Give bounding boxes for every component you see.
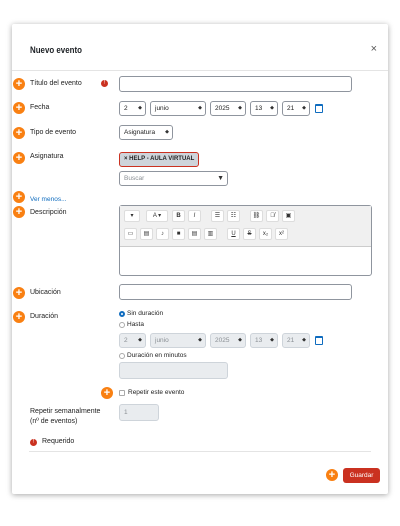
- toolbar-expand-button[interactable]: ▾: [124, 210, 140, 222]
- event-type-select[interactable]: Asignatura ◆: [119, 125, 173, 140]
- date-month-select[interactable]: junio ◆: [150, 101, 206, 116]
- date-hour-select[interactable]: 13 ◆: [250, 101, 278, 116]
- label-ubicacion: Ubicación: [30, 289, 61, 296]
- expand-plus-icon[interactable]: +: [13, 287, 25, 299]
- dialog-header: Nuevo evento ×: [12, 24, 388, 70]
- date-day-select[interactable]: 2 ◆: [119, 101, 146, 116]
- editor-toolbar: ▾ A ▾ B I ☰ ☷ ⛓ ⛓̸ ▣ ▭ ▤ ♪ ■ ▤ ▥ U S x₂ …: [120, 206, 371, 247]
- unlink-button[interactable]: ⛓̸: [266, 210, 279, 222]
- font-style-button[interactable]: A ▾: [146, 210, 168, 222]
- repeat-checkbox[interactable]: [119, 390, 125, 396]
- description-editor[interactable]: ▾ A ▾ B I ☰ ☷ ⛓ ⛓̸ ▣ ▭ ▤ ♪ ■ ▤ ▥ U S x₂ …: [119, 205, 372, 276]
- label-sin-duracion: Sin duración: [127, 310, 164, 317]
- radio-duracion-minutos[interactable]: [119, 353, 125, 359]
- expand-plus-icon[interactable]: +: [326, 469, 338, 481]
- expand-plus-icon[interactable]: +: [13, 191, 25, 203]
- save-button[interactable]: Guardar: [343, 468, 380, 483]
- show-less-link[interactable]: Ver menos...: [30, 196, 67, 203]
- label-duracion: Duración: [30, 313, 59, 320]
- duration-minutes-input[interactable]: [119, 362, 228, 379]
- until-hour-select[interactable]: 13 ◆: [250, 333, 278, 348]
- bullet-list-button[interactable]: ☰: [211, 210, 224, 222]
- until-minute-select[interactable]: 21 ◆: [282, 333, 310, 348]
- superscript-button[interactable]: x²: [275, 228, 288, 240]
- expand-plus-icon[interactable]: +: [13, 78, 25, 90]
- location-input[interactable]: [119, 284, 352, 300]
- until-day-select[interactable]: 2 ◆: [119, 333, 146, 348]
- label-repetir: Repetir este evento: [128, 389, 185, 396]
- label-tipo: Tipo de evento: [30, 129, 77, 136]
- audio-button[interactable]: ♪: [156, 228, 169, 240]
- course-search-input[interactable]: Buscar ▼: [119, 171, 228, 186]
- label-duracion-minutos: Duración en minutos: [127, 352, 187, 359]
- footer-divider: [29, 451, 371, 452]
- label-descripcion: Descripción: [30, 209, 67, 216]
- label-titulo: Título del evento: [30, 80, 82, 87]
- calendar-icon[interactable]: [315, 336, 323, 345]
- until-month-select[interactable]: junio ◆: [150, 333, 206, 348]
- media-button[interactable]: ▣: [282, 210, 295, 222]
- label-repetir-semanal: Repetir semanalmente: [30, 408, 101, 415]
- close-icon[interactable]: ×: [371, 43, 377, 55]
- repeat-count-input[interactable]: 1: [119, 404, 159, 421]
- calendar-icon[interactable]: [315, 104, 323, 113]
- date-minute-select[interactable]: 21 ◆: [282, 101, 310, 116]
- expand-plus-icon[interactable]: +: [13, 102, 25, 114]
- expand-plus-icon[interactable]: +: [101, 387, 113, 399]
- label-hasta: Hasta: [127, 321, 144, 328]
- expand-plus-icon[interactable]: +: [13, 127, 25, 139]
- strikethrough-button[interactable]: S: [243, 228, 256, 240]
- radio-hasta[interactable]: [119, 322, 125, 328]
- image-button[interactable]: ▭: [124, 228, 137, 240]
- expand-plus-icon[interactable]: +: [13, 152, 25, 164]
- bold-button[interactable]: B: [172, 210, 185, 222]
- dialog-title: Nuevo evento: [30, 45, 82, 55]
- event-title-input[interactable]: [119, 76, 352, 92]
- required-note: Requerido: [42, 438, 75, 445]
- label-asignatura: Asignatura: [30, 153, 64, 160]
- file-button[interactable]: ▤: [140, 228, 153, 240]
- expand-plus-icon[interactable]: +: [13, 311, 25, 323]
- manage-files-button[interactable]: ▥: [204, 228, 217, 240]
- screen-button[interactable]: ▤: [188, 228, 201, 240]
- label-fecha: Fecha: [30, 104, 50, 111]
- header-divider: [12, 70, 388, 71]
- required-icon: !: [101, 80, 108, 87]
- required-icon: !: [30, 439, 37, 446]
- italic-button[interactable]: I: [188, 210, 201, 222]
- course-chip[interactable]: × HELP - AULA VIRTUAL: [119, 152, 200, 167]
- subscript-button[interactable]: x₂: [259, 228, 272, 240]
- until-year-select[interactable]: 2025 ◆: [210, 333, 246, 348]
- numbered-list-button[interactable]: ☷: [227, 210, 240, 222]
- underline-button[interactable]: U: [227, 228, 240, 240]
- link-button[interactable]: ⛓: [250, 210, 263, 222]
- expand-plus-icon[interactable]: +: [13, 206, 25, 218]
- date-year-select[interactable]: 2025 ◆: [210, 101, 246, 116]
- radio-sin-duracion[interactable]: [119, 311, 125, 317]
- video-button[interactable]: ■: [172, 228, 185, 240]
- label-num-eventos: (nº de eventos): [30, 418, 78, 425]
